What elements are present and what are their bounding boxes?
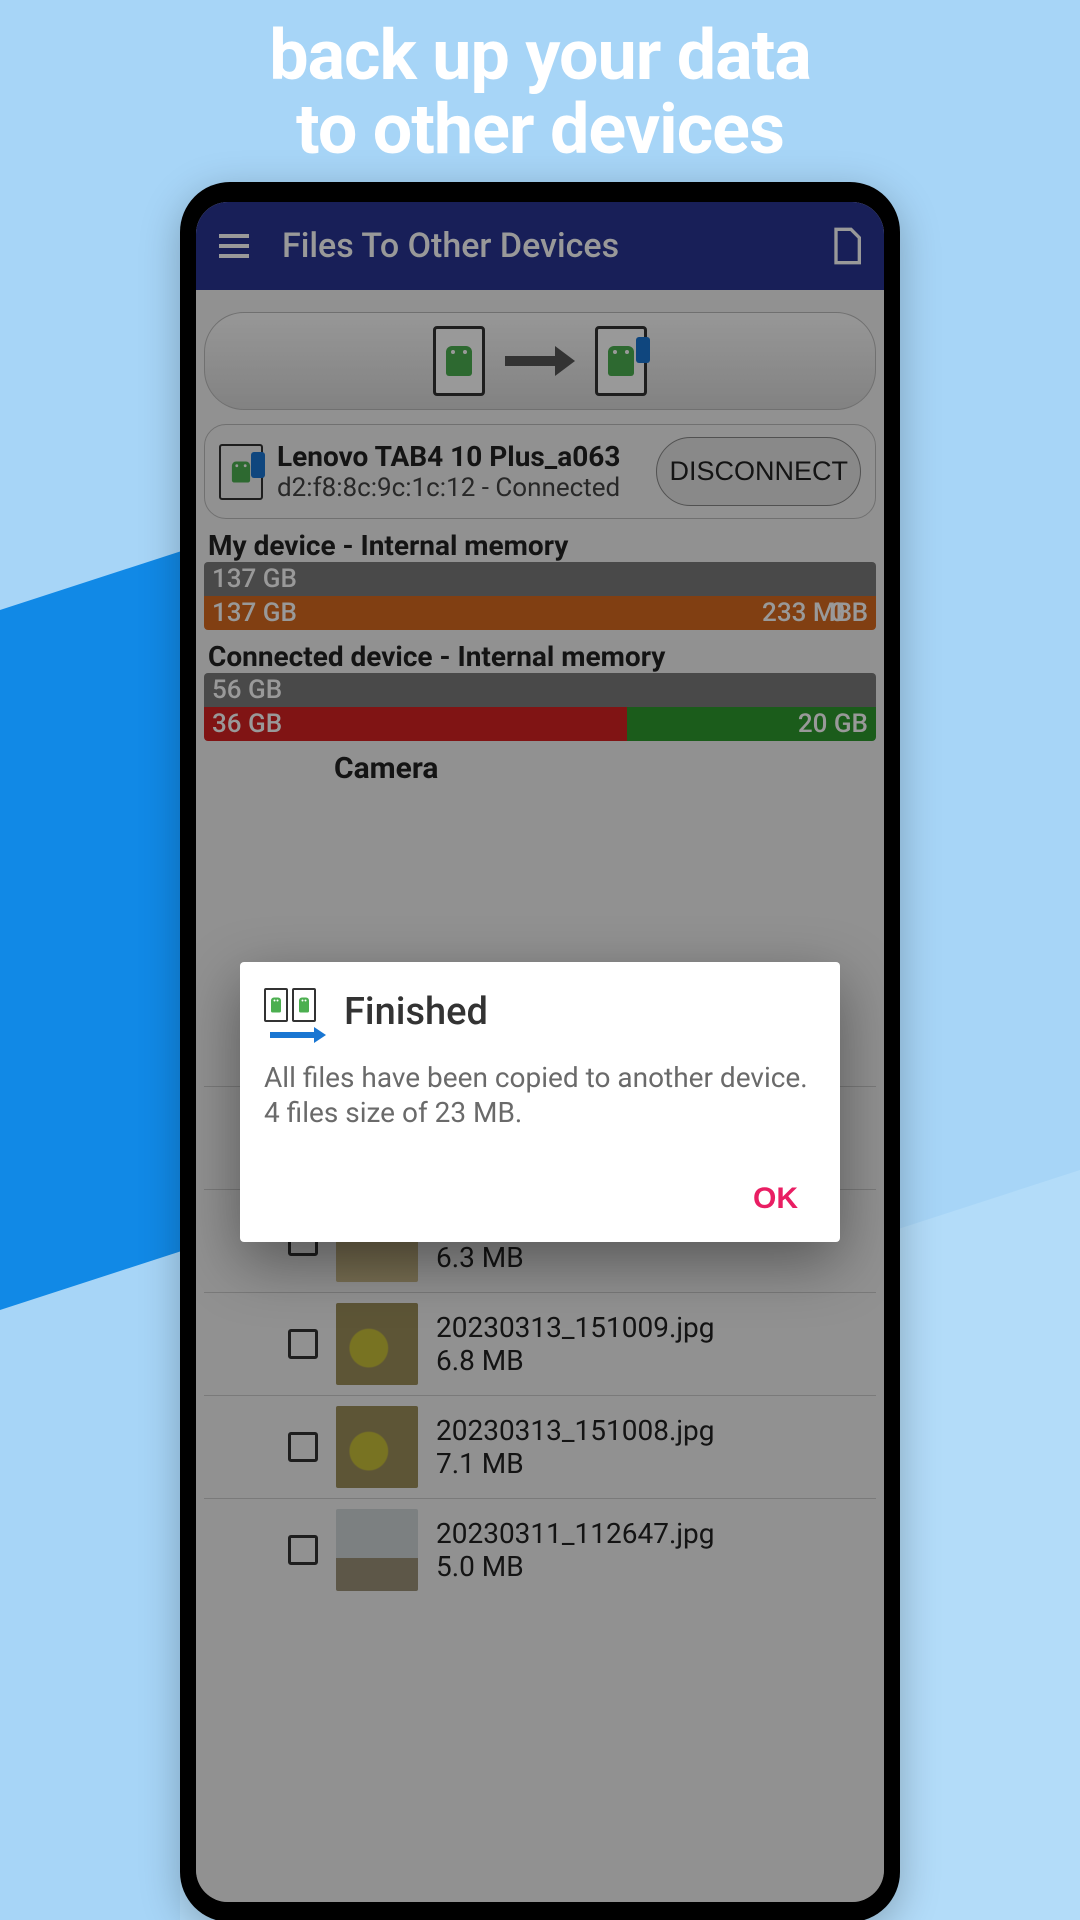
dialog-ok-button[interactable]: OK (735, 1174, 816, 1224)
dialog-transfer-icon (264, 988, 324, 1036)
dialog-title: Finished (344, 990, 488, 1034)
device-frame: Files To Other Devices Lenovo TAB4 10 Pl… (180, 182, 900, 1920)
dialog-message: All files have been copied to another de… (264, 1060, 816, 1130)
promo-headline: back up your data to other devices (0, 20, 1080, 167)
screen: Files To Other Devices Lenovo TAB4 10 Pl… (196, 202, 884, 1902)
promo-line-1: back up your data (0, 20, 1080, 94)
promo-line-2: to other devices (0, 94, 1080, 168)
finished-dialog: Finished All files have been copied to a… (240, 962, 840, 1242)
